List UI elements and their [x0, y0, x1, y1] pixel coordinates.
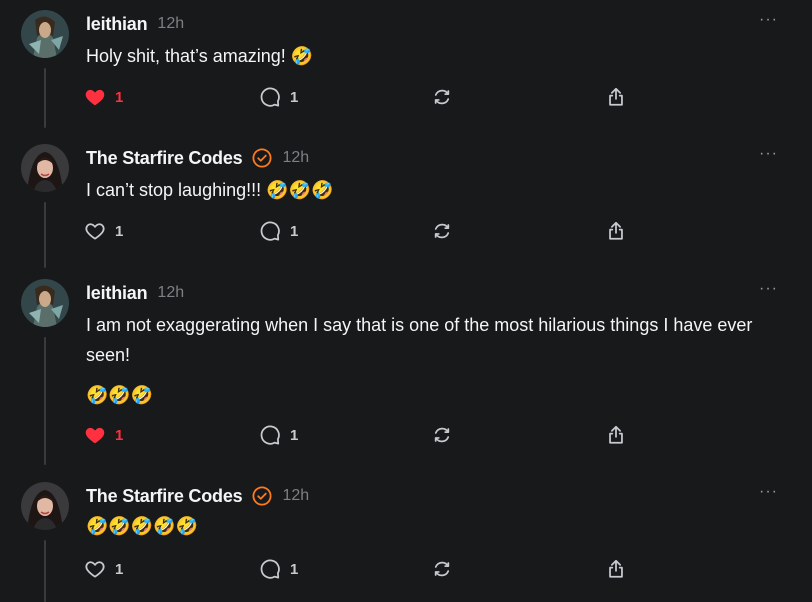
like-button[interactable]: 1	[84, 421, 123, 449]
repost-icon	[434, 223, 450, 239]
share-icon	[609, 87, 623, 106]
post-text: Holy shit, that’s amazing! 🤣	[86, 46, 314, 66]
thread-line	[44, 202, 46, 268]
comment-icon	[260, 87, 280, 107]
post-header: leithian 12h	[86, 10, 184, 38]
like-count: 1	[115, 222, 124, 240]
comment-icon	[260, 221, 280, 241]
action-bar: 1 1	[84, 421, 644, 449]
action-bar: 1 1	[84, 555, 644, 583]
action-bar: 1 1	[84, 83, 644, 111]
action-bar: 1 1	[84, 217, 644, 245]
share-icon	[609, 559, 623, 578]
heart-outline-icon	[85, 561, 105, 578]
verified-badge-icon	[252, 148, 272, 168]
reply-button[interactable]: 1	[259, 83, 298, 111]
reply-count: 1	[290, 426, 299, 444]
leithian-avatar[interactable]	[21, 279, 69, 327]
reply-count: 1	[290, 88, 299, 106]
more-options-button[interactable]: ···	[759, 484, 778, 500]
share-button[interactable]	[605, 83, 627, 111]
thread-line	[44, 540, 46, 602]
reply-thread: leithian 12h ··· Holy shit, that’s amazi…	[0, 0, 812, 602]
timestamp[interactable]: 12h	[282, 487, 309, 505]
heart-filled-icon	[85, 427, 105, 444]
heart-outline-icon	[85, 223, 105, 240]
username[interactable]: leithian	[86, 14, 148, 35]
post-text: I am not exaggerating when I say that is…	[86, 315, 753, 365]
reply-count: 1	[290, 560, 299, 578]
repost-button[interactable]	[431, 217, 453, 245]
post-text: I can’t stop laughing!!! 🤣🤣🤣	[86, 180, 334, 200]
repost-icon	[434, 89, 450, 105]
more-options-button[interactable]: ···	[759, 281, 778, 297]
repost-button[interactable]	[431, 421, 453, 449]
post-header: leithian 12h	[86, 279, 184, 307]
repost-button[interactable]	[431, 555, 453, 583]
post-header: The Starfire Codes 12h	[86, 144, 309, 172]
share-icon	[609, 221, 623, 240]
starfire-avatar[interactable]	[21, 144, 69, 192]
repost-icon	[434, 561, 450, 577]
share-button[interactable]	[605, 217, 627, 245]
username[interactable]: leithian	[86, 283, 148, 304]
leithian-avatar[interactable]	[21, 10, 69, 58]
reply-button[interactable]: 1	[259, 217, 298, 245]
verified-badge-icon	[252, 486, 272, 506]
like-count: 1	[115, 426, 124, 444]
reply-button[interactable]: 1	[259, 421, 298, 449]
share-icon	[609, 425, 623, 444]
heart-filled-icon	[85, 89, 105, 106]
timestamp[interactable]: 12h	[157, 15, 184, 33]
more-options-button[interactable]: ···	[759, 146, 778, 162]
username[interactable]: The Starfire Codes	[86, 148, 243, 169]
thread-line	[44, 68, 46, 128]
comment-icon	[260, 559, 280, 579]
post-header: The Starfire Codes 12h	[86, 482, 309, 510]
like-button[interactable]: 1	[84, 217, 123, 245]
repost-button[interactable]	[431, 83, 453, 111]
post-emoji-line: 🤣🤣🤣	[86, 385, 154, 405]
more-options-button[interactable]: ···	[759, 12, 778, 28]
starfire-avatar[interactable]	[21, 482, 69, 530]
thread-line	[44, 337, 46, 465]
share-button[interactable]	[605, 555, 627, 583]
like-count: 1	[115, 560, 124, 578]
like-button[interactable]: 1	[84, 555, 123, 583]
reply-count: 1	[290, 222, 299, 240]
post-text: 🤣🤣🤣🤣🤣	[86, 516, 199, 536]
share-button[interactable]	[605, 421, 627, 449]
like-button[interactable]: 1	[84, 83, 123, 111]
reply-button[interactable]: 1	[259, 555, 298, 583]
like-count: 1	[115, 88, 124, 106]
timestamp[interactable]: 12h	[157, 284, 184, 302]
repost-icon	[434, 427, 450, 443]
comment-icon	[260, 425, 280, 445]
timestamp[interactable]: 12h	[282, 149, 309, 167]
username[interactable]: The Starfire Codes	[86, 486, 243, 507]
